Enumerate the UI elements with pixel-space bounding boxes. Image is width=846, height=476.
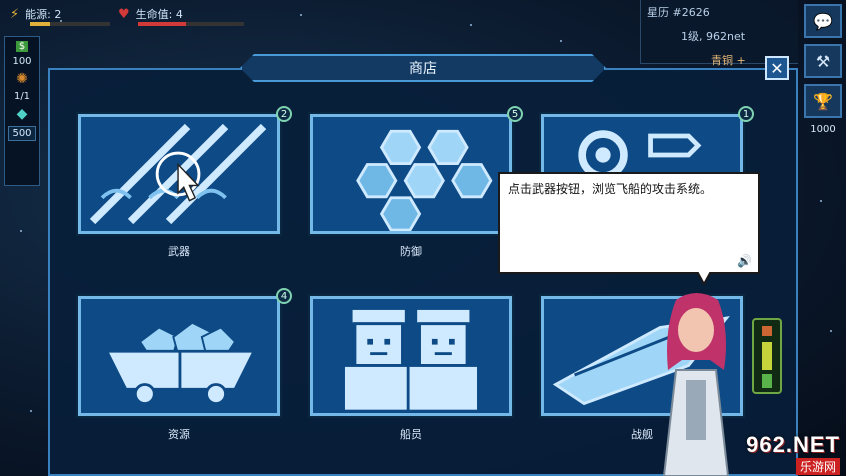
cash-icon: $: [15, 41, 29, 52]
watermark-sub: 乐游网: [795, 457, 840, 475]
weapon-icon: [89, 123, 267, 225]
close-button[interactable]: ✕: [765, 56, 789, 80]
star-date: 星历 #2626: [647, 6, 710, 19]
weapons-card[interactable]: [78, 114, 280, 234]
lever-toggle[interactable]: [752, 318, 782, 394]
ship-info-panel: 星历 #2626 1级, 962net 青铜 +: [640, 0, 798, 67]
trophy-value: 1000: [810, 124, 836, 135]
speaker-icon[interactable]: 🔊: [737, 254, 752, 268]
crew-card[interactable]: [310, 296, 512, 416]
status-hud: ⚡ 能源: 2 ♥ 生命值: 4: [0, 0, 250, 30]
resources-label: 资源: [168, 428, 190, 441]
shop-title: 商店: [240, 54, 606, 82]
creature-icon: ✺: [16, 71, 28, 87]
close-icon: ✕: [770, 58, 784, 78]
defense-badge: 5: [507, 106, 523, 122]
defense-card[interactable]: [310, 114, 512, 234]
lightning-icon: ⚡: [10, 6, 20, 22]
crystal-icon: ◆: [16, 106, 28, 122]
crew-value: 1/1: [13, 91, 31, 102]
site-watermark: 962.NET 乐游网: [712, 430, 846, 476]
crew-label: 船员: [400, 428, 422, 441]
chat-bubble-icon: 💬: [813, 11, 833, 31]
trophy-button[interactable]: 🏆: [804, 84, 842, 118]
energy-bar: [30, 22, 110, 26]
crew-icon: [342, 307, 480, 413]
life-label: 生命值: 4: [135, 8, 183, 21]
side-menu: 💬 ⚒ 🏆 1000: [800, 0, 846, 140]
hexagon-shield-icon: [356, 129, 493, 231]
hammer-icon: ⚒: [815, 51, 831, 71]
resources-card[interactable]: [78, 296, 280, 416]
ship-level: 1级, 962net: [681, 30, 746, 43]
defense-label: 防御: [400, 245, 422, 258]
systems-badge: 1: [738, 106, 754, 122]
crystal-value: 500: [8, 126, 36, 141]
life-stat: ♥ 生命值: 4: [118, 6, 183, 22]
life-bar: [138, 22, 244, 26]
resources-badge: 4: [276, 288, 292, 304]
money-value: 100: [12, 56, 32, 67]
energy-label: 能源: 2: [25, 8, 62, 21]
watermark-logo: 962.NET: [746, 431, 840, 457]
trophy-icon: 🏆: [813, 91, 833, 111]
tutorial-tooltip: 点击武器按钮，浏览飞船的攻击系统。 🔊: [498, 172, 760, 286]
tooltip-text: 点击武器按钮，浏览飞船的攻击系统。: [508, 182, 713, 196]
weapons-badge: 2: [276, 106, 292, 122]
chat-button[interactable]: 💬: [804, 4, 842, 38]
weapons-label: 武器: [168, 245, 190, 258]
energy-stat: ⚡ 能源: 2: [10, 6, 61, 22]
resource-column: $ 100 ✺ 1/1 ◆ 500: [4, 36, 40, 186]
heart-icon: ♥: [118, 6, 130, 22]
ore-cart-icon: [104, 321, 257, 405]
build-button[interactable]: ⚒: [804, 44, 842, 78]
